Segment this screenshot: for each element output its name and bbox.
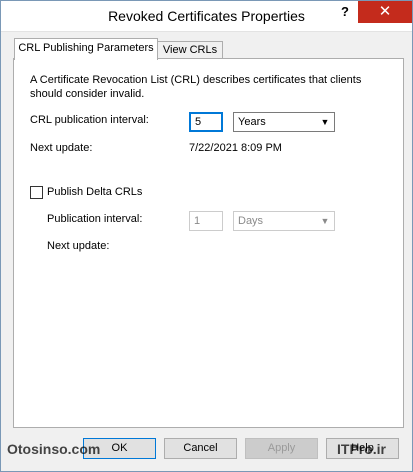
cancel-button[interactable]: Cancel: [164, 438, 237, 459]
help-title-button[interactable]: ?: [333, 1, 357, 23]
crl-interval-unit-value: Years: [238, 116, 266, 128]
crl-description: A Certificate Revocation List (CRL) desc…: [30, 74, 362, 100]
apply-button[interactable]: Apply: [245, 438, 318, 459]
delta-interval-unit-value: Days: [238, 215, 264, 227]
crl-interval-input[interactable]: 5: [189, 112, 223, 132]
title-bar: Revoked Certificates Properties ? ✕: [1, 1, 412, 32]
publish-delta-label[interactable]: Publish Delta CRLs: [47, 186, 142, 198]
delta-interval-input[interactable]: 1: [189, 211, 223, 231]
tab-panel: A Certificate Revocation List (CRL) desc…: [13, 58, 404, 428]
crl-interval-label: CRL publication interval:: [30, 114, 149, 126]
delta-interval-unit-select[interactable]: Days ▼: [233, 211, 335, 231]
crl-interval-unit-select[interactable]: Years ▼: [233, 112, 335, 132]
crl-next-update-value: 7/22/2021 8:09 PM: [189, 142, 282, 154]
delta-next-update-label: Next update:: [47, 240, 110, 252]
properties-dialog: Revoked Certificates Properties ? ✕ CRL …: [0, 0, 413, 472]
crl-next-update-label: Next update:: [30, 142, 93, 154]
watermark-right: ITPro.ir: [337, 441, 387, 457]
publish-delta-checkbox[interactable]: [30, 186, 43, 199]
chevron-down-icon: ▼: [320, 216, 330, 226]
delta-interval-label: Publication interval:: [47, 213, 143, 225]
chevron-down-icon: ▼: [320, 117, 330, 127]
tab-crl-publishing-parameters[interactable]: CRL Publishing Parameters: [14, 38, 158, 60]
tab-view-crls[interactable]: View CRLs: [157, 41, 223, 59]
close-button[interactable]: ✕: [358, 1, 412, 23]
watermark-left: Otosinso.com: [7, 441, 101, 457]
